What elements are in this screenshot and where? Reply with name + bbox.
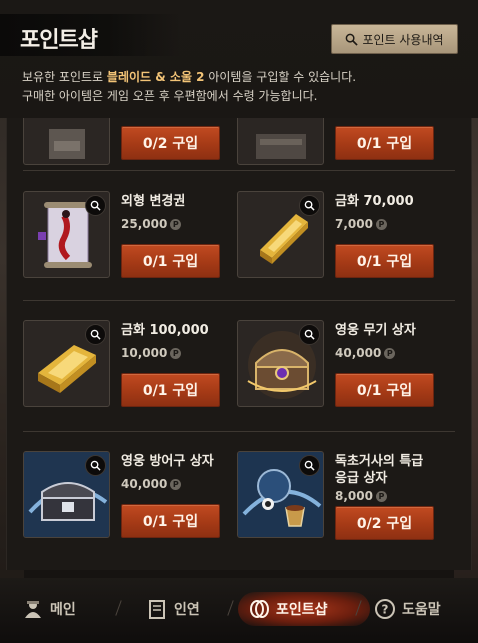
- item-price: 40,000 P: [335, 346, 396, 360]
- nav-help[interactable]: ? 도움말: [374, 594, 441, 624]
- desc-text: 아이템을 구입할 수 있습니다.: [204, 70, 357, 84]
- desc-line-2: 구매한 아이템은 게임 오픈 후 우편함에서 수령 가능합니다.: [22, 89, 318, 103]
- magnifier-icon: [90, 200, 101, 211]
- magnifier-icon: [304, 200, 315, 211]
- search-icon: [346, 33, 359, 46]
- item-thumbnail[interactable]: [23, 320, 110, 407]
- nav-main[interactable]: 메인: [22, 594, 76, 624]
- item-price: 25,000 P: [121, 217, 182, 231]
- help-icon: ?: [375, 599, 395, 619]
- buy-button[interactable]: 0/2 구입: [121, 126, 220, 160]
- item-name: 금화 100,000: [121, 323, 209, 338]
- buy-button[interactable]: 0/1 구입: [335, 373, 434, 407]
- buy-button[interactable]: 0/1 구입: [335, 244, 434, 278]
- nav-help-label: 도움말: [402, 602, 441, 618]
- row-divider: [23, 431, 455, 432]
- price-value: 40,000: [121, 477, 168, 491]
- svg-text:?: ?: [382, 603, 389, 617]
- zoom-button[interactable]: [85, 455, 106, 476]
- page-title: 포인트샵: [20, 27, 98, 53]
- point-coin-icon: P: [170, 478, 182, 490]
- item-list-panel[interactable]: 0/2 구입 0/1 구입 외형 변경권 25,000 P 0/1 구입 금화 …: [6, 118, 472, 570]
- nav-main-label: 메인: [50, 602, 76, 618]
- description: 보유한 포인트로 블레이드 & 소울 2 아이템을 구입할 수 있습니다. 구매…: [22, 68, 356, 106]
- item-card: 외형 변경권 25,000 P 0/1 구입: [15, 173, 230, 293]
- zoom-button[interactable]: [299, 324, 320, 345]
- buy-button[interactable]: 0/1 구입: [121, 244, 220, 278]
- item-thumbnail[interactable]: [23, 451, 110, 538]
- item-thumbnail[interactable]: [237, 451, 324, 538]
- price-value: 10,000: [121, 346, 168, 360]
- price-value: 25,000: [121, 217, 168, 231]
- coin-icon: [250, 600, 269, 618]
- game-title-highlight: 블레이드 & 소울 2: [106, 70, 205, 84]
- item-price: 7,000 P: [335, 217, 387, 231]
- item-thumbnail[interactable]: [23, 118, 110, 165]
- header: 포인트샵 포인트 사용내역 보유한 포인트로 블레이드 & 소울 2 아이템을 …: [0, 0, 478, 118]
- magnifier-icon: [304, 460, 315, 471]
- magnifier-icon: [90, 460, 101, 471]
- item-name: 독초거사의 특급 응급 상자: [335, 454, 424, 486]
- item-card: 독초거사의 특급 응급 상자 8,000 P 0/2 구입: [229, 433, 444, 553]
- item-thumbnail[interactable]: [237, 118, 324, 165]
- nav-relation[interactable]: 인연: [146, 594, 200, 624]
- book-icon: [149, 600, 165, 619]
- character-icon: [25, 601, 41, 618]
- item-name: 외형 변경권: [121, 194, 186, 209]
- item-name: 영웅 무기 상자: [335, 323, 416, 338]
- item-name: 영웅 방어구 상자: [121, 454, 214, 469]
- buy-button[interactable]: 0/2 구입: [335, 506, 434, 540]
- hero-box-icon: [49, 129, 85, 159]
- nav-pointshop-label: 포인트샵: [276, 602, 328, 618]
- buy-button[interactable]: 0/1 구입: [121, 373, 220, 407]
- point-coin-icon: P: [375, 490, 387, 502]
- point-history-label: 포인트 사용내역: [362, 32, 444, 47]
- buy-button[interactable]: 0/1 구입: [121, 504, 220, 538]
- item-price: 40,000 P: [121, 477, 182, 491]
- item-thumbnail[interactable]: [23, 191, 110, 278]
- zoom-button[interactable]: [85, 195, 106, 216]
- magnifier-icon: [90, 329, 101, 340]
- point-coin-icon: P: [384, 347, 396, 359]
- point-coin-icon: P: [170, 347, 182, 359]
- zoom-button[interactable]: [299, 455, 320, 476]
- row-divider: [23, 170, 455, 171]
- item-card: 영웅 무기 상자 40,000 P 0/1 구입: [229, 302, 444, 422]
- point-history-button[interactable]: 포인트 사용내역: [331, 24, 458, 54]
- price-value: 8,000: [335, 489, 373, 503]
- zoom-button[interactable]: [85, 324, 106, 345]
- point-coin-icon: P: [170, 218, 182, 230]
- item-thumbnail[interactable]: [237, 191, 324, 278]
- nav-pointshop[interactable]: 포인트샵: [248, 594, 328, 624]
- price-value: 40,000: [335, 346, 382, 360]
- item-card: 영웅 방어구 상자 40,000 P 0/1 구입: [15, 433, 230, 553]
- point-coin-icon: P: [375, 218, 387, 230]
- item-card: 금화 70,000 7,000 P 0/1 구입: [229, 173, 444, 293]
- item-price: 8,000 P: [335, 489, 387, 503]
- item-card: 금화 100,000 10,000 P 0/1 구입: [15, 302, 230, 422]
- buy-button[interactable]: 0/1 구입: [335, 126, 434, 160]
- nav-relation-label: 인연: [174, 602, 200, 618]
- item-price: 10,000 P: [121, 346, 182, 360]
- price-value: 7,000: [335, 217, 373, 231]
- zoom-button[interactable]: [299, 195, 320, 216]
- item-name: 금화 70,000: [335, 194, 414, 209]
- hero-chest-icon: [256, 134, 306, 159]
- magnifier-icon: [304, 329, 315, 340]
- desc-text: 보유한 포인트로: [22, 70, 107, 84]
- item-thumbnail[interactable]: [237, 320, 324, 407]
- row-divider: [23, 300, 455, 301]
